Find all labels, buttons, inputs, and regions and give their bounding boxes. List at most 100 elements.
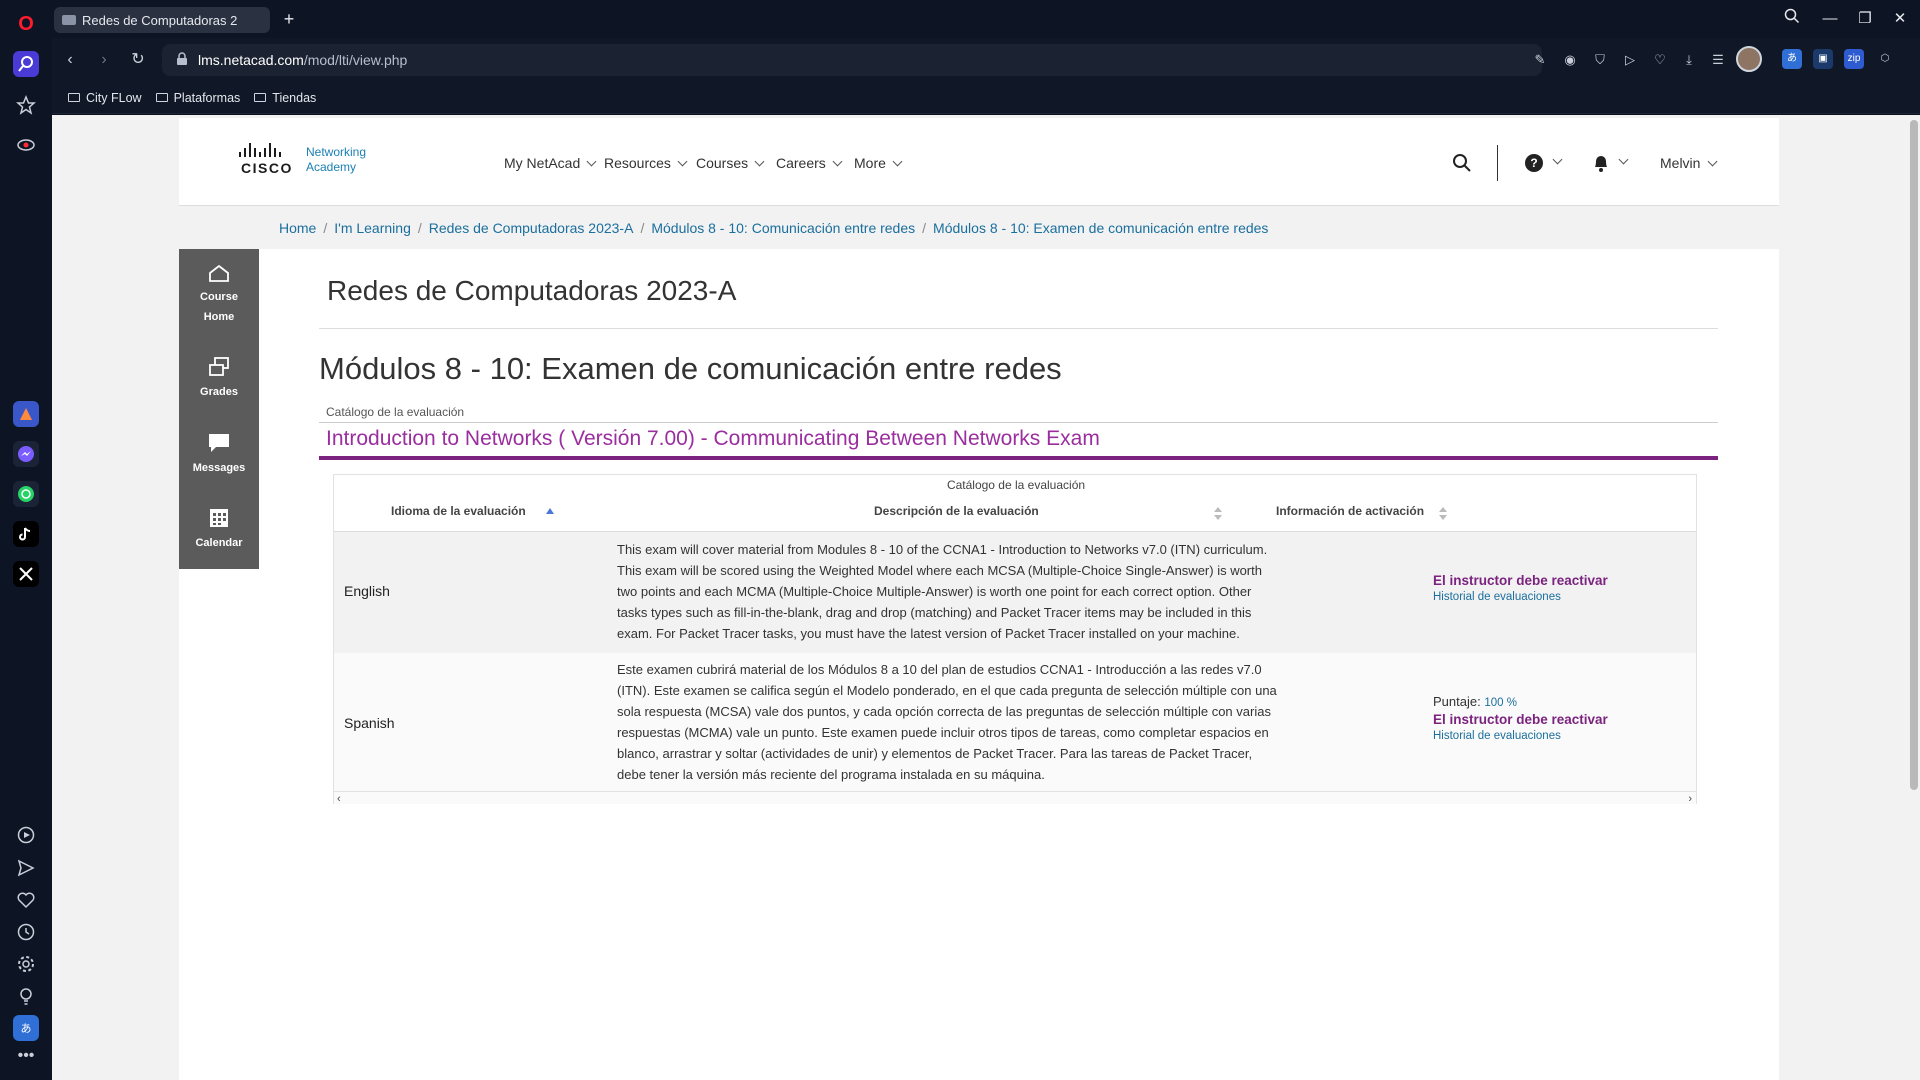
column-header-activation[interactable]: Información de activación: [1276, 504, 1424, 518]
profile-avatar[interactable]: [1736, 46, 1762, 72]
chevron-down-icon: [677, 156, 688, 166]
history-icon[interactable]: [13, 919, 39, 945]
nav-grades[interactable]: Grades: [179, 356, 259, 402]
nav-my-netacad[interactable]: My NetAcad: [504, 155, 597, 171]
opera-logo-icon[interactable]: O: [13, 11, 39, 37]
tab-active[interactable]: Redes de Computadoras 2: [54, 7, 270, 33]
catalog-title: Introduction to Networks ( Versión 7.00)…: [326, 427, 1100, 450]
bookmark-heart-icon[interactable]: ♡: [1650, 50, 1670, 70]
lock-icon: [176, 51, 188, 69]
minimize-button[interactable]: —: [1818, 8, 1842, 30]
breadcrumb-link[interactable]: Módulos 8 - 10: Examen de comunicación e…: [933, 220, 1268, 236]
messenger-icon[interactable]: [13, 441, 39, 467]
search-tabs-icon[interactable]: [1780, 8, 1804, 30]
activation-status: El instructor debe reactivar: [1433, 573, 1608, 588]
column-header-language[interactable]: Idioma de la evaluación: [391, 504, 526, 518]
breadcrumb-link[interactable]: I'm Learning: [334, 220, 411, 236]
x-twitter-icon[interactable]: [13, 561, 39, 587]
nav-courses[interactable]: Courses: [696, 155, 765, 171]
translate-icon[interactable]: あ: [13, 1015, 39, 1041]
reload-button[interactable]: ↻: [126, 48, 150, 72]
column-header-description[interactable]: Descripción de la evaluación: [874, 504, 1039, 518]
send-icon[interactable]: [13, 855, 39, 881]
chevron-down-icon: [892, 156, 903, 166]
settings-gear-icon[interactable]: [13, 951, 39, 977]
activation-cell: Puntaje: 100 % El instructor debe reacti…: [1433, 694, 1608, 742]
nav-course-home[interactable]: Course Home: [179, 263, 259, 327]
nav-calendar[interactable]: Calendar: [179, 507, 259, 553]
easy-setup-icon[interactable]: ☰: [1708, 50, 1728, 70]
nav-resources[interactable]: Resources: [604, 155, 688, 171]
home-icon: [209, 264, 229, 282]
bookmark-folder[interactable]: Plataformas: [155, 91, 240, 105]
breadcrumb-link[interactable]: Redes de Computadoras 2023-A: [429, 220, 634, 236]
more-dots-icon[interactable]: •••: [13, 1043, 39, 1069]
url-host: lms.netacad.com: [198, 52, 304, 68]
history-link[interactable]: Historial de evaluaciones: [1433, 591, 1608, 603]
aria-app-icon[interactable]: [13, 401, 39, 427]
bell-icon[interactable]: [1592, 153, 1610, 173]
favicon-icon: [62, 15, 76, 25]
flow-send-icon[interactable]: ▷: [1620, 50, 1640, 70]
search-icon[interactable]: [1452, 153, 1472, 173]
course-side-nav: Course Home Grades Messages Calendar: [179, 249, 259, 569]
back-button[interactable]: ‹: [58, 48, 82, 72]
user-menu[interactable]: Melvin: [1660, 155, 1718, 171]
horizontal-scrollbar[interactable]: ‹ ›: [334, 791, 1696, 805]
nav-careers[interactable]: Careers: [776, 155, 843, 171]
tiktok-icon[interactable]: [13, 521, 39, 547]
aria-ai-icon[interactable]: [13, 51, 39, 77]
folder-icon: [68, 93, 80, 102]
logo-wordmark: CISCO: [241, 160, 293, 176]
chevron-down-icon: [832, 156, 843, 166]
scroll-left-icon[interactable]: ‹: [337, 793, 341, 805]
url-field[interactable]: lms.netacad.com/mod/lti/view.php: [162, 44, 1542, 76]
camera-icon[interactable]: ◉: [1560, 50, 1580, 70]
scrollbar-thumb[interactable]: [1910, 120, 1918, 790]
screenshot-extension-icon[interactable]: ▣: [1813, 49, 1833, 69]
sort-ascending-icon[interactable]: [546, 508, 554, 514]
heart-icon[interactable]: [13, 887, 39, 913]
nav-more[interactable]: More: [854, 155, 903, 171]
score-value: 100 %: [1484, 697, 1517, 709]
nav-messages[interactable]: Messages: [179, 432, 259, 478]
help-icon[interactable]: ?: [1525, 154, 1543, 172]
bookmark-folder[interactable]: City FLow: [68, 91, 142, 105]
shield-icon[interactable]: ⛉: [1590, 50, 1610, 70]
edit-icon[interactable]: ✎: [1530, 50, 1550, 70]
message-icon: [209, 434, 229, 452]
description-cell: This exam will cover material from Modul…: [617, 542, 1268, 641]
restore-button[interactable]: ❐: [1853, 8, 1877, 30]
breadcrumb-link[interactable]: Home: [279, 220, 316, 236]
description-cell: Este examen cubrirá material de los Módu…: [617, 662, 1277, 782]
player-icon[interactable]: [13, 822, 39, 848]
history-link[interactable]: Historial de evaluaciones: [1433, 730, 1608, 742]
download-icon[interactable]: ⤓: [1679, 50, 1699, 70]
sort-icon[interactable]: [1439, 507, 1447, 521]
accent-divider: [319, 456, 1718, 460]
cisco-logo[interactable]: CISCO Networking Academy: [239, 143, 379, 183]
chevron-down-icon[interactable]: [1552, 154, 1563, 165]
new-tab-button[interactable]: +: [278, 9, 300, 31]
divider: [319, 422, 1718, 423]
scroll-right-icon[interactable]: ›: [1688, 793, 1692, 805]
breadcrumb: Home / I'm Learning / Redes de Computadora…: [279, 220, 1269, 236]
lightbulb-icon[interactable]: [13, 983, 39, 1009]
header-divider: [1497, 145, 1498, 181]
zip-extension-icon[interactable]: zip: [1844, 49, 1864, 69]
forward-button[interactable]: ›: [92, 48, 116, 72]
whatsapp-icon[interactable]: [13, 481, 39, 507]
translate-extension-icon[interactable]: あ: [1782, 49, 1802, 69]
close-window-button[interactable]: ✕: [1888, 8, 1912, 30]
extensions-cube-icon[interactable]: ⬡: [1875, 49, 1895, 69]
activation-cell: El instructor debe reactivar Historial d…: [1433, 573, 1608, 603]
table-row: English This exam will cover material fr…: [334, 532, 1696, 653]
pinboard-icon[interactable]: [13, 92, 39, 118]
eye-icon[interactable]: [13, 132, 39, 158]
chevron-down-icon[interactable]: [1618, 154, 1629, 165]
tab-title: Redes de Computadoras 2: [82, 12, 238, 28]
sort-icon[interactable]: [1214, 507, 1222, 521]
url-path: /mod/lti/view.php: [303, 52, 408, 68]
breadcrumb-link[interactable]: Módulos 8 - 10: Comunicación entre redes: [651, 220, 915, 236]
bookmark-folder[interactable]: Tiendas: [254, 91, 316, 105]
